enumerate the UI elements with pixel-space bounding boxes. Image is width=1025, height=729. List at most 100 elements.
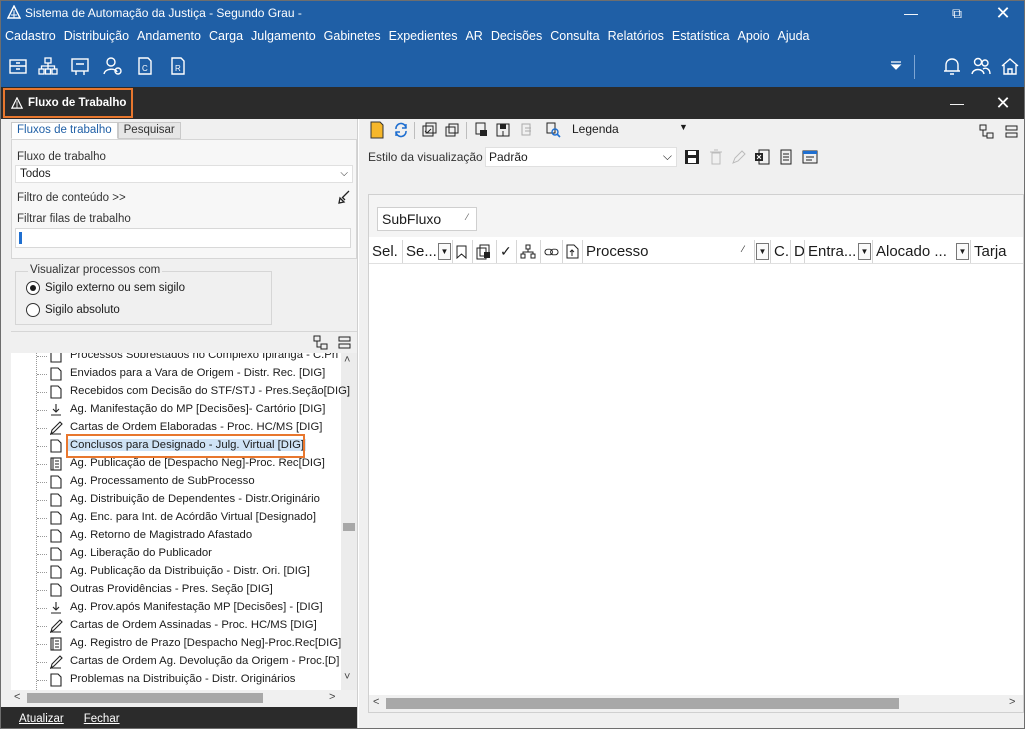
col-link[interactable] bbox=[541, 240, 563, 263]
minimize-button[interactable]: — bbox=[888, 1, 934, 25]
menu-carga[interactable]: Carga bbox=[209, 29, 243, 43]
tree-item[interactable]: Cartas de Ordem Ag. Devolução da Origem … bbox=[11, 653, 341, 671]
new-folder-icon[interactable] bbox=[370, 121, 384, 139]
tab-pesquisar[interactable]: Pesquisar bbox=[117, 122, 181, 139]
menu-consulta[interactable]: Consulta bbox=[550, 29, 599, 43]
scroll-down-icon[interactable]: ˅ bbox=[344, 671, 350, 683]
tree-item[interactable]: Problemas na Distribuição - Distr. Origi… bbox=[11, 671, 341, 689]
tree-item[interactable]: Processos Sobrestados no Complexo Ipiran… bbox=[11, 353, 341, 365]
atualizar-button[interactable]: Atualizar bbox=[19, 713, 64, 725]
col-processo-filter[interactable]: ▼ bbox=[755, 240, 771, 263]
estilo-visualizacao-select[interactable]: Padrão ⌵ bbox=[485, 147, 677, 167]
col-alocado[interactable]: Alocado ... ▼ bbox=[873, 240, 971, 263]
tree-item[interactable]: Ag. Distribuição de Dependentes - Distr.… bbox=[11, 491, 341, 509]
dropdown-arrow-icon[interactable] bbox=[887, 57, 905, 75]
legenda-dropdown[interactable]: Legenda bbox=[572, 122, 619, 136]
menu-ajuda[interactable]: Ajuda bbox=[778, 29, 810, 43]
col-d[interactable]: D bbox=[791, 240, 805, 263]
check-list-icon[interactable] bbox=[421, 122, 437, 138]
radio-sigilo-absoluto[interactable]: Sigilo absoluto bbox=[26, 303, 120, 317]
col-check[interactable]: ✓ bbox=[497, 240, 517, 263]
tree-item[interactable]: Ag. Publicação da Distribuição - Distr. … bbox=[11, 563, 341, 581]
tree-item[interactable]: Ag. Prov.após Manifestação MP [Decisões]… bbox=[11, 599, 341, 617]
scroll-left-icon[interactable]: < bbox=[373, 696, 379, 708]
fluxo-select[interactable]: Todos ⌵ bbox=[15, 165, 353, 183]
caret-down-icon[interactable]: ▼ bbox=[679, 122, 688, 132]
expand-tree-icon[interactable] bbox=[979, 124, 995, 140]
menu-relatorios[interactable]: Relatórios bbox=[608, 29, 664, 43]
menu-ar[interactable]: AR bbox=[465, 29, 482, 43]
window-layout-icon[interactable] bbox=[802, 149, 818, 165]
menu-andamento[interactable]: Andamento bbox=[137, 29, 201, 43]
home-icon[interactable] bbox=[999, 55, 1021, 77]
menu-gabinetes[interactable]: Gabinetes bbox=[324, 29, 381, 43]
report-icon[interactable] bbox=[778, 149, 794, 165]
cabinet-icon[interactable] bbox=[7, 55, 29, 77]
col-sel[interactable]: Sel. bbox=[369, 240, 403, 263]
col-hierarchy[interactable] bbox=[517, 240, 541, 263]
fechar-button[interactable]: Fechar bbox=[84, 713, 120, 725]
restore-button[interactable]: ⧉ bbox=[934, 1, 980, 25]
excel-export-icon[interactable] bbox=[754, 149, 770, 165]
user-settings-icon[interactable] bbox=[102, 55, 124, 77]
col-bookmark[interactable] bbox=[453, 240, 473, 263]
tree-item[interactable]: Cartas de Ordem Assinadas - Proc. HC/MS … bbox=[11, 617, 341, 635]
document-c-icon[interactable]: C bbox=[134, 55, 156, 77]
col-se[interactable]: Se... ▼ bbox=[403, 240, 453, 263]
panel-title-tab[interactable]: Fluxo de Trabalho bbox=[3, 88, 133, 118]
scroll-right-icon[interactable]: > bbox=[1009, 696, 1015, 708]
tree-item[interactable]: Enviados para a Vara de Origem - Distr. … bbox=[11, 365, 341, 383]
filter-dropdown-icon[interactable]: ▼ bbox=[858, 242, 871, 260]
scroll-thumb[interactable] bbox=[27, 693, 263, 703]
menu-cadastro[interactable]: Cadastro bbox=[5, 29, 56, 43]
scroll-thumb[interactable] bbox=[343, 523, 355, 531]
panel-close-button[interactable]: ✕ bbox=[980, 91, 1024, 115]
copy-icon[interactable] bbox=[444, 122, 460, 138]
tree-item[interactable]: Ag. Publicação de [Despacho Neg]-Proc. R… bbox=[11, 455, 341, 473]
tree-item[interactable]: Ag. Processamento de SubProcesso bbox=[11, 473, 341, 491]
filter-dropdown-icon[interactable]: ▼ bbox=[756, 242, 769, 260]
col-document[interactable] bbox=[563, 240, 583, 263]
filtrar-filas-input[interactable] bbox=[15, 228, 351, 248]
radio-sigilo-externo[interactable]: Sigilo externo ou sem sigilo bbox=[26, 281, 185, 295]
document-r-icon[interactable]: R bbox=[167, 55, 189, 77]
tree-vertical-scrollbar[interactable]: ˄ ˅ bbox=[341, 353, 357, 690]
filter-dropdown-icon[interactable]: ▼ bbox=[956, 242, 969, 260]
tree-item[interactable]: Ag. Manifestação do MP [Decisões]- Cartó… bbox=[11, 401, 341, 419]
menu-estatistica[interactable]: Estatística bbox=[672, 29, 730, 43]
tree-item[interactable]: Ag. Retorno de Magistrado Afastado bbox=[11, 527, 341, 545]
menu-decisoes[interactable]: Decisões bbox=[491, 29, 542, 43]
col-copies[interactable] bbox=[473, 240, 497, 263]
lock-document-icon[interactable] bbox=[473, 122, 489, 138]
broom-icon[interactable] bbox=[337, 190, 351, 204]
refresh-icon[interactable] bbox=[393, 122, 409, 138]
col-c[interactable]: C. bbox=[771, 240, 791, 263]
close-button[interactable]: ✕ bbox=[980, 1, 1024, 25]
collapse-tree-icon[interactable] bbox=[1004, 124, 1020, 140]
filter-dropdown-icon[interactable]: ▼ bbox=[438, 242, 451, 260]
org-chart-icon[interactable] bbox=[37, 55, 59, 77]
panel-minimize-button[interactable]: — bbox=[934, 91, 980, 115]
save-icon[interactable] bbox=[684, 149, 700, 165]
group-chip-subfluxo[interactable]: SubFluxo ⁄ bbox=[377, 207, 477, 231]
tree-item[interactable]: Ag. Liberação do Publicador bbox=[11, 545, 341, 563]
tree-item[interactable]: Ag. Enc. para Int. de Acórdão Virtual [D… bbox=[11, 509, 341, 527]
users-icon[interactable] bbox=[970, 55, 992, 77]
scroll-thumb[interactable] bbox=[386, 698, 899, 709]
save-to-icon[interactable] bbox=[495, 122, 511, 138]
bell-icon[interactable] bbox=[941, 55, 963, 77]
scroll-left-icon[interactable]: < bbox=[14, 691, 20, 703]
menu-julgamento[interactable]: Julgamento bbox=[251, 29, 316, 43]
tree-horizontal-scrollbar[interactable]: < > bbox=[11, 690, 341, 706]
menu-apoio[interactable]: Apoio bbox=[738, 29, 770, 43]
expand-tree-icon[interactable] bbox=[313, 335, 329, 351]
tree-item[interactable]: Recebidos com Decisão do STF/STJ - Pres.… bbox=[11, 383, 350, 401]
tree-item[interactable]: Outras Providências - Pres. Seção [DIG] bbox=[11, 581, 341, 599]
collapse-tree-icon[interactable] bbox=[337, 335, 353, 351]
col-processo[interactable]: Processo ⁄ bbox=[583, 240, 755, 263]
col-entrada[interactable]: Entra... ▼ bbox=[805, 240, 873, 263]
inbox-icon[interactable] bbox=[69, 55, 91, 77]
tree-item[interactable]: Ag. Registro de Prazo [Despacho Neg]-Pro… bbox=[11, 635, 341, 653]
scroll-right-icon[interactable]: > bbox=[329, 691, 335, 703]
search-document-icon[interactable] bbox=[545, 122, 561, 138]
